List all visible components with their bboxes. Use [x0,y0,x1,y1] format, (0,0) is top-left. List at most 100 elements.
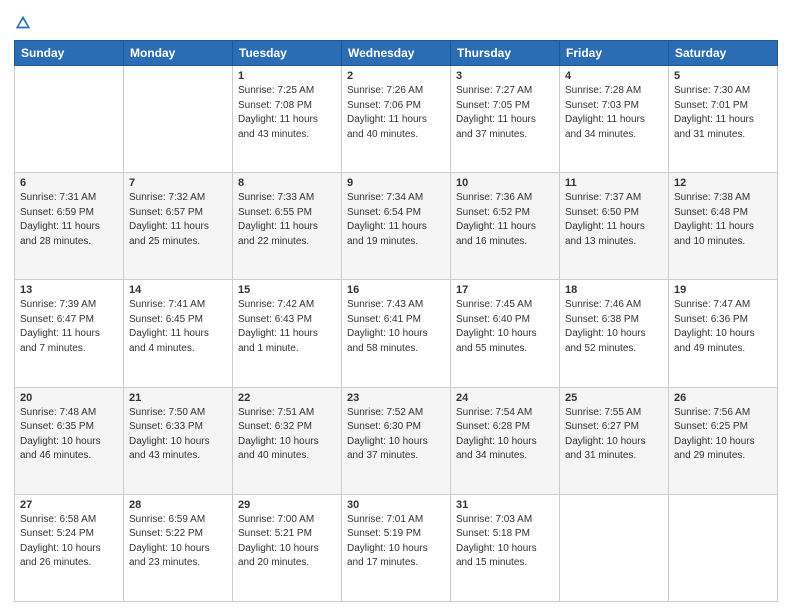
sunset-text: Sunset: 6:55 PM [238,206,336,221]
day-number: 31 [456,499,554,511]
sunset-text: Sunset: 5:19 PM [347,527,445,542]
sunrise-text: Sunrise: 7:36 AM [456,191,554,206]
calendar-cell: 10 Sunrise: 7:36 AMSunset: 6:52 PMDayligh… [451,173,560,280]
day-number: 20 [20,392,118,404]
sunrise-text: Sunrise: 7:34 AM [347,191,445,206]
calendar-cell: 26Sunrise: 7:56 AMSunset: 6:25 PMDayligh… [669,387,778,494]
sunset-text: Sunset: 7:06 PM [347,99,445,114]
day-number: 17 [456,284,554,296]
sunset-text: Sunset: 6:40 PM [456,313,554,328]
day-number: 5 [674,70,772,82]
day-header-monday: Monday [124,41,233,66]
daylight-text: Daylight: 10 hours and 49 minutes. [674,327,772,356]
calendar-cell: 27Sunrise: 6:58 AMSunset: 5:24 PMDayligh… [15,494,124,601]
sunset-text: Sunset: 6:50 PM [565,206,663,221]
daylight-text: Daylight: 11 hours and 4 minutes. [129,327,227,356]
day-number: 3 [456,70,554,82]
calendar-cell [560,494,669,601]
sunset-text: Sunset: 6:47 PM [20,313,118,328]
daylight-text: Daylight: 10 hours and 46 minutes. [20,435,118,464]
sunrise-text: Sunrise: 7:33 AM [238,191,336,206]
day-info: Sunrise: 7:31 AMSunset: 6:59 PMDaylight:… [20,191,118,249]
day-info: Sunrise: 7:50 AMSunset: 6:33 PMDaylight:… [129,406,227,464]
daylight-text: Daylight: 10 hours and 52 minutes. [565,327,663,356]
calendar-cell: 31Sunrise: 7:03 AMSunset: 5:18 PMDayligh… [451,494,560,601]
calendar-cell: 17 Sunrise: 7:45 AMSunset: 6:40 PMDayligh… [451,280,560,387]
sunrise-text: Sunrise: 7:38 AM [674,191,772,206]
calendar-cell [15,66,124,173]
day-number: 29 [238,499,336,511]
sunset-text: Sunset: 6:30 PM [347,420,445,435]
day-info: Sunrise: 7:30 AMSunset: 7:01 PMDaylight:… [674,84,772,142]
day-number: 14 [129,284,227,296]
day-number: 21 [129,392,227,404]
daylight-text: Daylight: 10 hours and 15 minutes. [456,542,554,571]
sunrise-text: Sunrise: 7:54 AM [456,406,554,421]
calendar-table: SundayMondayTuesdayWednesdayThursdayFrid… [14,40,778,602]
day-header-sunday: Sunday [15,41,124,66]
calendar-cell: 15Sunrise: 7:42 AMSunset: 6:43 PMDayligh… [233,280,342,387]
calendar-cell: 5 Sunrise: 7:30 AMSunset: 7:01 PMDaylight… [669,66,778,173]
day-number: 26 [674,392,772,404]
calendar-week-3: 13Sunrise: 7:39 AMSunset: 6:47 PMDayligh… [15,280,778,387]
daylight-text: Daylight: 10 hours and 43 minutes. [129,435,227,464]
sunset-text: Sunset: 6:48 PM [674,206,772,221]
calendar-cell: 6Sunrise: 7:31 AMSunset: 6:59 PMDaylight… [15,173,124,280]
day-info: Sunrise: 7:45 AMSunset: 6:40 PMDaylight:… [456,298,554,356]
daylight-text: Daylight: 10 hours and 31 minutes. [565,435,663,464]
day-header-tuesday: Tuesday [233,41,342,66]
daylight-text: Daylight: 11 hours and 37 minutes. [456,113,554,142]
day-number: 16 [347,284,445,296]
calendar-cell: 8Sunrise: 7:33 AMSunset: 6:55 PMDaylight… [233,173,342,280]
calendar-cell: 3 Sunrise: 7:27 AMSunset: 7:05 PMDaylight… [451,66,560,173]
calendar-cell: 25Sunrise: 7:55 AMSunset: 6:27 PMDayligh… [560,387,669,494]
sunset-text: Sunset: 5:18 PM [456,527,554,542]
daylight-text: Daylight: 11 hours and 31 minutes. [674,113,772,142]
daylight-text: Daylight: 10 hours and 58 minutes. [347,327,445,356]
day-info: Sunrise: 7:00 AMSunset: 5:21 PMDaylight:… [238,513,336,571]
daylight-text: Daylight: 11 hours and 10 minutes. [674,220,772,249]
day-number: 10 [456,177,554,189]
calendar-cell: 29 Sunrise: 7:00 AMSunset: 5:21 PMDayligh… [233,494,342,601]
day-info: Sunrise: 7:39 AMSunset: 6:47 PMDaylight:… [20,298,118,356]
daylight-text: Daylight: 10 hours and 34 minutes. [456,435,554,464]
daylight-text: Daylight: 11 hours and 43 minutes. [238,113,336,142]
calendar-cell: 16Sunrise: 7:43 AMSunset: 6:41 PMDayligh… [342,280,451,387]
day-info: Sunrise: 7:37 AMSunset: 6:50 PMDaylight:… [565,191,663,249]
calendar-cell: 18Sunrise: 7:46 AMSunset: 6:38 PMDayligh… [560,280,669,387]
sunrise-text: Sunrise: 7:00 AM [238,513,336,528]
sunrise-text: Sunrise: 7:31 AM [20,191,118,206]
day-info: Sunrise: 7:27 AMSunset: 7:05 PMDaylight:… [456,84,554,142]
day-info: Sunrise: 6:59 AMSunset: 5:22 PMDaylight:… [129,513,227,571]
day-number: 25 [565,392,663,404]
sunrise-text: Sunrise: 7:32 AM [129,191,227,206]
calendar-week-1: 1Sunrise: 7:25 AMSunset: 7:08 PMDaylight… [15,66,778,173]
day-info: Sunrise: 7:36 AMSunset: 6:52 PMDaylight:… [456,191,554,249]
sunrise-text: Sunrise: 6:59 AM [129,513,227,528]
sunrise-text: Sunrise: 7:37 AM [565,191,663,206]
calendar-cell: 22Sunrise: 7:51 AMSunset: 6:32 PMDayligh… [233,387,342,494]
day-info: Sunrise: 7:33 AMSunset: 6:55 PMDaylight:… [238,191,336,249]
day-info: Sunrise: 7:54 AMSunset: 6:28 PMDaylight:… [456,406,554,464]
sunrise-text: Sunrise: 7:25 AM [238,84,336,99]
calendar-week-5: 27Sunrise: 6:58 AMSunset: 5:24 PMDayligh… [15,494,778,601]
day-number: 7 [129,177,227,189]
sunrise-text: Sunrise: 7:52 AM [347,406,445,421]
daylight-text: Daylight: 10 hours and 17 minutes. [347,542,445,571]
sunrise-text: Sunrise: 7:43 AM [347,298,445,313]
day-info: Sunrise: 7:47 AMSunset: 6:36 PMDaylight:… [674,298,772,356]
sunrise-text: Sunrise: 7:26 AM [347,84,445,99]
day-info: Sunrise: 7:34 AMSunset: 6:54 PMDaylight:… [347,191,445,249]
sunrise-text: Sunrise: 7:42 AM [238,298,336,313]
daylight-text: Daylight: 11 hours and 40 minutes. [347,113,445,142]
sunset-text: Sunset: 7:08 PM [238,99,336,114]
calendar-cell: 1Sunrise: 7:25 AMSunset: 7:08 PMDaylight… [233,66,342,173]
calendar-week-2: 6Sunrise: 7:31 AMSunset: 6:59 PMDaylight… [15,173,778,280]
calendar-cell [124,66,233,173]
sunrise-text: Sunrise: 7:51 AM [238,406,336,421]
daylight-text: Daylight: 11 hours and 25 minutes. [129,220,227,249]
logo [14,10,34,32]
day-number: 19 [674,284,772,296]
day-number: 27 [20,499,118,511]
day-info: Sunrise: 7:46 AMSunset: 6:38 PMDaylight:… [565,298,663,356]
